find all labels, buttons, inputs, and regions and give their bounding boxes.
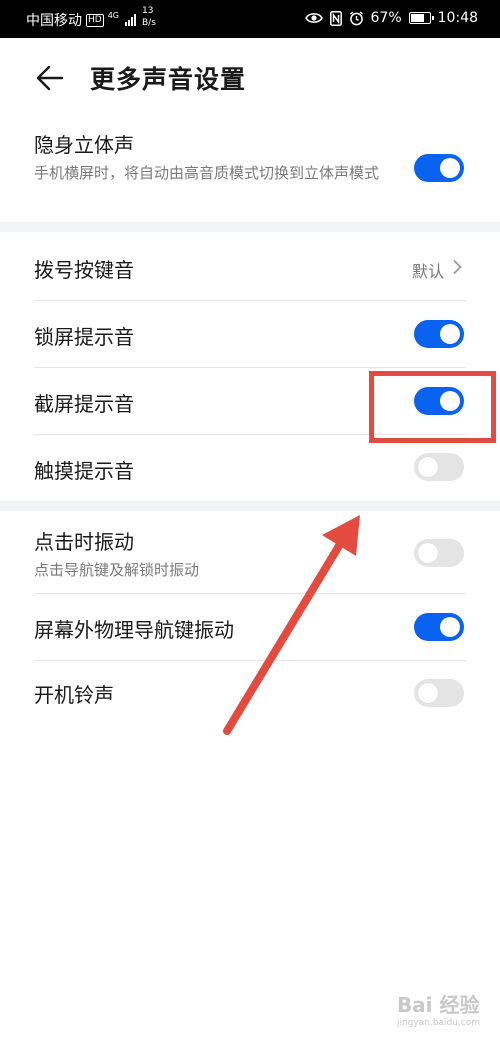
network-speed: 13 B/s <box>142 5 156 29</box>
watermark-url: jingyan.baidu.com <box>396 1018 480 1028</box>
setting-label: 隐身立体声 <box>34 133 134 157</box>
lock-sound-toggle[interactable] <box>414 320 464 348</box>
status-bar: 中国移动 HD 4G 13 B/s 67% 10:48 <box>0 0 500 38</box>
setting-row-stereo[interactable]: 隐身立体声 手机横屏时，将自动由高音质模式切换到立体声模式 <box>0 118 500 220</box>
battery-percent: 67% <box>370 10 402 26</box>
speed-value: 13 <box>142 6 154 16</box>
setting-value: 默认 <box>411 262 444 281</box>
speed-unit: B/s <box>142 18 156 28</box>
setting-label: 截屏提示音 <box>34 392 134 416</box>
watermark-brand: Bai 经验 <box>396 993 480 1017</box>
setting-label: 拨号按键音 <box>34 258 134 282</box>
eye-icon <box>304 13 323 23</box>
section-divider <box>0 501 500 511</box>
setting-row-touch-sound[interactable]: 触摸提示音 <box>0 435 500 501</box>
status-bar-left: 中国移动 HD 4G <box>26 10 136 30</box>
highlight-box <box>369 371 496 443</box>
app-header: 更多声音设置 <box>0 38 500 118</box>
signal-icon <box>125 14 136 26</box>
setting-row-tap-vibration[interactable]: 点击时振动 点击导航键及解锁时振动 <box>0 512 500 593</box>
touch-sound-toggle[interactable] <box>414 453 464 481</box>
setting-label: 点击时振动 <box>34 530 134 554</box>
setting-row-nav-key-vibration[interactable]: 屏幕外物理导航键振动 <box>0 594 500 660</box>
setting-row-lock-sound[interactable]: 锁屏提示音 <box>0 301 500 367</box>
chevron-right-icon <box>453 259 462 275</box>
setting-row-dial-tone[interactable]: 拨号按键音 默认 <box>0 233 500 300</box>
setting-label: 屏幕外物理导航键振动 <box>34 618 234 642</box>
nfc-icon <box>329 10 342 26</box>
setting-label: 开机铃声 <box>34 683 114 707</box>
setting-row-boot-sound[interactable]: 开机铃声 <box>0 661 500 727</box>
carrier-name: 中国移动 <box>26 13 82 29</box>
page-title: 更多声音设置 <box>90 65 247 94</box>
clock: 10:48 <box>437 10 478 26</box>
section-divider <box>0 222 500 232</box>
network-type: 4G <box>107 10 119 20</box>
back-arrow-icon[interactable] <box>36 65 64 91</box>
tap-vibration-toggle[interactable] <box>414 539 464 567</box>
battery-icon <box>408 12 434 24</box>
battery-level <box>410 14 425 22</box>
setting-label: 触摸提示音 <box>34 459 134 483</box>
hd-badge: HD <box>86 13 104 27</box>
nav-key-vibration-toggle[interactable] <box>414 613 464 641</box>
watermark: Bai 经验 jingyan.baidu.com <box>397 989 480 1028</box>
setting-description: 手机横屏时，将自动由高音质模式切换到立体声模式 <box>34 164 380 182</box>
setting-label: 锁屏提示音 <box>34 325 134 349</box>
status-bar-right: 67% 10:48 <box>304 10 478 26</box>
stereo-toggle[interactable] <box>414 154 464 182</box>
boot-sound-toggle[interactable] <box>414 679 464 707</box>
setting-description: 点击导航键及解锁时振动 <box>34 561 200 579</box>
alarm-icon <box>349 10 363 25</box>
